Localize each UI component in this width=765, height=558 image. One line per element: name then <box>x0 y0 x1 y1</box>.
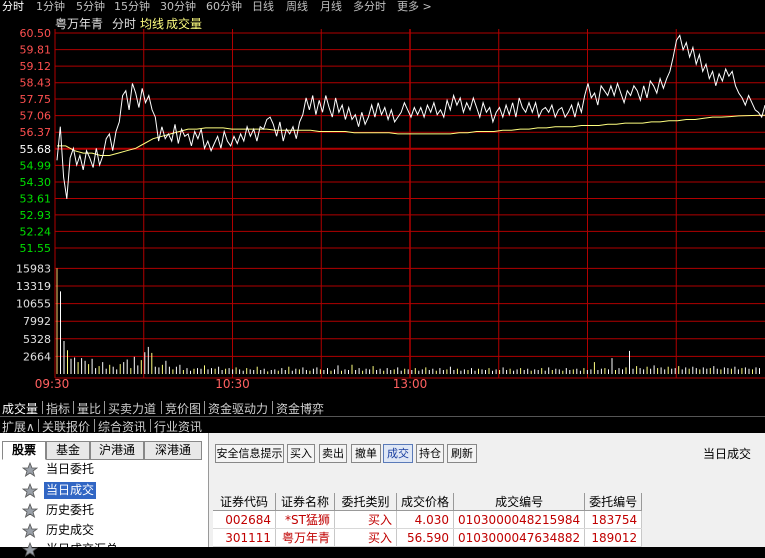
cell-trade-no: 0103000048215984 <box>453 510 586 529</box>
volume-tick-label: 10655 <box>16 298 51 311</box>
col-header-price[interactable]: 成交价格 <box>396 493 455 511</box>
intraday-chart[interactable]: 60.50 59.81 59.12 58.43 57.75 57.06 56.37 55.68… <box>0 12 765 399</box>
volume-tick-label: 5328 <box>23 333 51 346</box>
doc-star-icon <box>22 462 38 477</box>
tab-indicator[interactable]: 指标 <box>46 400 70 417</box>
tab-buy-sell-force[interactable]: 买卖力道 <box>108 400 156 417</box>
col-header-code[interactable]: 证券代码 <box>213 493 276 511</box>
cell-order-type: 买入 <box>334 510 397 529</box>
tree-label-today-trades-summary: 当日成交汇总 <box>46 542 119 556</box>
cell-price: 56.590 <box>396 528 455 547</box>
price-tick-label: 57.06 <box>20 110 52 123</box>
tab-volume[interactable]: 成交量 <box>2 400 38 417</box>
cell-price: 4.030 <box>396 510 455 529</box>
volume-tick-label: 7992 <box>23 315 51 328</box>
price-line <box>56 34 765 199</box>
tab-separator <box>38 419 39 432</box>
doc-star-icon <box>22 523 38 538</box>
chart-mode-label: 分时 <box>112 17 136 31</box>
tab-funds[interactable]: 基金 <box>46 441 90 460</box>
tab-separator <box>104 401 105 414</box>
price-tick-label: 56.37 <box>20 126 52 139</box>
doc-star-icon <box>22 503 38 518</box>
account-tree-panel: 股票 基金 沪港通 深港通 当日委托 当日成交 历史委托 历史成交 当日成交汇总 <box>0 433 209 557</box>
tab-separator <box>272 401 273 414</box>
tab-separator <box>161 401 162 414</box>
price-tick-label: 55.68 <box>20 143 52 156</box>
price-tick-label: 60.50 <box>20 27 52 40</box>
indicator-tabs: 成交量 指标 量比 买卖力道 竞价图 资金驱动力 资金博弈 <box>0 399 765 416</box>
volume-tick-label: 2664 <box>23 350 51 363</box>
price-tick-label: 54.99 <box>20 159 52 172</box>
cell-name: *ST猛狮 <box>275 510 335 529</box>
info-tabs: 扩展∧ 关联报价 综合资讯 行业资讯 <box>0 416 765 434</box>
tree-label-today-trades: 当日成交 <box>44 482 97 499</box>
price-tick-label: 52.24 <box>20 225 52 238</box>
positions-button[interactable]: 持仓 <box>416 444 444 463</box>
cell-trade-no: 0103000047634882 <box>453 528 586 547</box>
price-tick-label: 59.81 <box>20 44 52 57</box>
tab-separator <box>150 419 151 432</box>
tab-separator <box>94 419 95 432</box>
trading-panel: 股票 基金 沪港通 深港通 当日委托 当日成交 历史委托 历史成交 当日成交汇总… <box>0 433 765 557</box>
volume-tick-label: 13319 <box>16 280 51 293</box>
price-tick-label: 53.61 <box>20 193 52 206</box>
cell-name: 粤万年青 <box>275 528 335 547</box>
time-tick-label: 09:30 <box>35 377 70 391</box>
tab-separator <box>73 401 74 414</box>
price-tick-label: 52.93 <box>20 209 52 222</box>
tab-capital-game[interactable]: 资金博弈 <box>276 400 324 417</box>
period-bar: 分时 1分钟 5分钟 15分钟 30分钟 60分钟 日线 周线 月线 多分时 更… <box>0 0 765 13</box>
cancel-order-button[interactable]: 撤单 <box>351 444 381 463</box>
tab-auction-chart[interactable]: 竞价图 <box>165 400 201 417</box>
col-header-trade-no[interactable]: 成交编号 <box>453 493 586 511</box>
chart-stock-name: 粤万年青 <box>55 16 103 31</box>
trades-button[interactable]: 成交 <box>383 444 413 463</box>
table-row[interactable]: 301111 粤万年青 买入 56.590 0103000047634882 1… <box>213 528 643 547</box>
refresh-button[interactable]: 刷新 <box>447 444 477 463</box>
table-row[interactable]: 002684 *ST猛狮 买入 4.030 0103000048215984 1… <box>213 510 643 529</box>
tab-stocks[interactable]: 股票 <box>2 441 46 460</box>
price-tick-label: 51.55 <box>20 242 52 255</box>
col-header-name[interactable]: 证券名称 <box>275 493 335 511</box>
panel-title: 当日成交 <box>702 447 751 461</box>
col-header-order-no[interactable]: 委托编号 <box>584 493 643 511</box>
price-tick-label: 57.75 <box>20 93 52 106</box>
tab-shenzhen-hk[interactable]: 深港通 <box>144 441 202 460</box>
tab-separator <box>42 401 43 414</box>
buy-button[interactable]: 买入 <box>287 444 315 463</box>
cell-order-no: 189012 <box>584 528 643 547</box>
tab-separator <box>204 401 205 414</box>
trades-table: 证券代码 证券名称 委托类别 成交价格 成交编号 委托编号 002684 *ST… <box>213 493 643 547</box>
volume-tick-label: 15983 <box>16 262 51 275</box>
tab-volume-ratio[interactable]: 量比 <box>77 400 101 417</box>
price-tick-label: 54.30 <box>20 176 52 189</box>
tab-capital-drive[interactable]: 资金驱动力 <box>208 400 268 417</box>
tree-label-history-orders: 历史委托 <box>46 503 95 517</box>
price-tick-label: 58.43 <box>20 77 52 90</box>
cell-code: 301111 <box>213 528 276 547</box>
cell-order-no: 183754 <box>584 510 643 529</box>
doc-star-icon <box>22 483 38 498</box>
tree-label-today-orders: 当日委托 <box>46 462 95 476</box>
tree-label-history-trades: 历史成交 <box>46 523 95 537</box>
cell-order-type: 买入 <box>334 528 397 547</box>
time-tick-label: 10:30 <box>215 377 250 391</box>
time-tick-label: 13:00 <box>393 377 428 391</box>
col-header-order-type[interactable]: 委托类别 <box>334 493 397 511</box>
price-tick-label: 59.12 <box>20 60 52 73</box>
avg-line-legend: 均线 <box>140 17 164 31</box>
doc-star-icon <box>22 542 38 557</box>
volume-legend: 成交量 <box>166 16 202 31</box>
security-info-button[interactable]: 安全信息提示 <box>215 444 284 463</box>
cell-code: 002684 <box>213 510 276 529</box>
sell-button[interactable]: 卖出 <box>319 444 347 463</box>
tab-shanghai-hk[interactable]: 沪港通 <box>90 441 144 460</box>
